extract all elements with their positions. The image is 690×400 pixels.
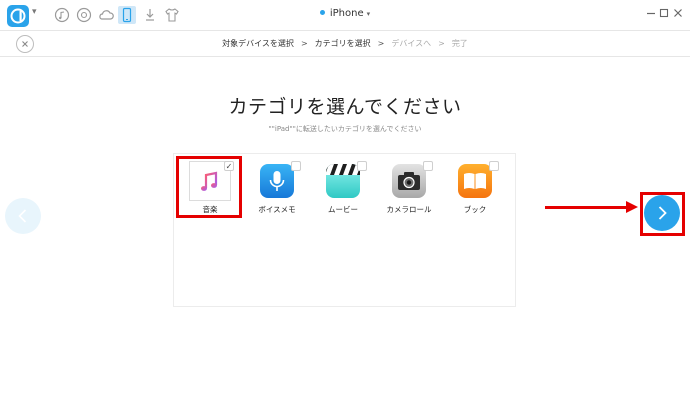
- category-voice-memo[interactable]: ボイスメモ: [244, 161, 310, 222]
- annotation-arrow-shaft: [545, 206, 629, 209]
- breadcrumb-separator: >: [438, 39, 445, 48]
- close-window-button[interactable]: [672, 7, 684, 19]
- step-select-device: 対象デバイスを選択: [222, 39, 294, 48]
- breadcrumb-separator: >: [300, 39, 308, 48]
- back-button[interactable]: [5, 198, 41, 234]
- minimize-button[interactable]: [645, 7, 657, 19]
- checkbox-movies[interactable]: [357, 161, 367, 171]
- category-label: ボイスメモ: [258, 205, 296, 214]
- checkbox-books[interactable]: [489, 161, 499, 171]
- step-bar: 対象デバイスを選択 > カテゴリを選択 > デバイスへ > 完了: [0, 30, 690, 57]
- breadcrumb: 対象デバイスを選択 > カテゴリを選択 > デバイスへ > 完了: [0, 38, 690, 49]
- title-bar: ▾ iPhone ▾: [0, 0, 690, 30]
- highlight-box-music: [176, 156, 242, 218]
- device-selector[interactable]: iPhone ▾: [0, 8, 690, 19]
- device-status-dot: [319, 9, 325, 15]
- category-movies[interactable]: ムービー: [310, 161, 376, 222]
- page-title: カテゴリを選んでください: [228, 96, 462, 118]
- breadcrumb-separator: >: [377, 39, 385, 48]
- category-label: カメラロール: [386, 205, 432, 214]
- app-window: ▾ iPhone ▾ 対象デバイスを選択 > カテゴリを選択 > デバイスへ >…: [0, 0, 690, 400]
- step-to-device: デバイスへ: [391, 39, 432, 48]
- category-camera-roll[interactable]: カメラロール: [376, 161, 442, 222]
- device-name: iPhone: [329, 8, 364, 19]
- annotation-arrow-head: [626, 201, 638, 213]
- page-subtitle: ""iPad""に転送したいカテゴリを選んでください: [268, 125, 422, 133]
- step-complete: 完了: [451, 39, 468, 48]
- chevron-down-icon: ▾: [366, 10, 371, 18]
- step-select-category: カテゴリを選択: [314, 39, 371, 48]
- microphone-icon: [260, 164, 294, 198]
- checkbox-voice-memo[interactable]: [291, 161, 301, 171]
- maximize-button[interactable]: [658, 7, 670, 19]
- category-books[interactable]: ブック: [442, 161, 508, 222]
- camera-icon: [392, 164, 426, 198]
- checkbox-camera-roll[interactable]: [423, 161, 433, 171]
- category-label: ムービー: [328, 205, 358, 214]
- category-label: ブック: [463, 205, 487, 214]
- highlight-box-next: [640, 192, 685, 236]
- book-icon: [458, 164, 492, 198]
- clapperboard-icon: [326, 164, 360, 198]
